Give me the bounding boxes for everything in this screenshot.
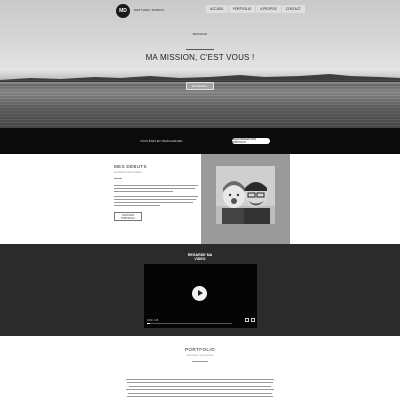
fullscreen-icon[interactable] xyxy=(251,318,255,322)
page: MD MATTHIEU DUBOIS ACCUEIL PORTFOLIO A P… xyxy=(0,0,400,400)
debuts-paragraph-2 xyxy=(114,196,198,208)
debuts-divider xyxy=(114,178,122,179)
hero-divider xyxy=(186,49,214,50)
portfolio-title: PORTFOLIO xyxy=(184,347,216,352)
family-photo xyxy=(216,166,275,224)
video-section: REGARDE MA VIDEO 0:00 / 1:15 xyxy=(0,244,400,336)
video-time: 0:00 / 1:15 xyxy=(147,319,159,322)
hero-button[interactable]: EN SAVOIR + xyxy=(186,82,214,90)
portfolio-divider xyxy=(192,361,208,362)
hero-eyebrow: BIENVENUE xyxy=(192,33,208,36)
video-title: REGARDE MA VIDEO xyxy=(0,253,400,262)
main-nav: ACCUEIL PORTFOLIO A PROPOS CONTACT xyxy=(206,5,306,13)
debuts-section: MES DÉBUTS Le chemin vers la photo VOIR … xyxy=(0,154,400,244)
nav-item-contact[interactable]: CONTACT xyxy=(281,5,305,13)
play-icon[interactable] xyxy=(192,286,207,301)
volume-icon[interactable] xyxy=(245,318,249,322)
debuts-paragraph-1 xyxy=(114,185,198,194)
cta-bar-text: VOUS ÊTES EN TÉLÉCHARGER xyxy=(140,139,183,143)
portfolio-paragraph xyxy=(126,379,274,400)
cta-bar: VOUS ÊTES EN TÉLÉCHARGER TÉLÉCHARGER MON… xyxy=(0,128,400,154)
view-portfolio-button[interactable]: VOIR MON PORTFOLIO xyxy=(114,212,142,221)
portfolio-section: PORTFOLIO Découvrez mes photos xyxy=(0,336,400,400)
video-progress-bar[interactable] xyxy=(147,323,232,324)
portfolio-subtitle: Découvrez mes photos xyxy=(186,354,214,357)
nav-item-accueil[interactable]: ACCUEIL xyxy=(206,5,228,13)
logo[interactable]: MD xyxy=(116,4,130,18)
hero-title: MA MISSION, C'EST VOUS ! xyxy=(145,53,255,62)
download-portfolio-button[interactable]: TÉLÉCHARGER MON PORTFOLIO xyxy=(232,138,270,144)
brand-name: MATTHIEU DUBOIS xyxy=(134,8,165,12)
nav-item-a-propos[interactable]: A PROPOS xyxy=(256,5,281,13)
debuts-title: MES DÉBUTS xyxy=(114,164,147,169)
video-title-line2: VIDEO xyxy=(194,257,206,262)
nav-item-portfolio[interactable]: PORTFOLIO xyxy=(228,5,256,13)
debuts-subtitle: Le chemin vers la photo xyxy=(114,171,142,174)
hero-banner: MD MATTHIEU DUBOIS ACCUEIL PORTFOLIO A P… xyxy=(0,0,400,128)
